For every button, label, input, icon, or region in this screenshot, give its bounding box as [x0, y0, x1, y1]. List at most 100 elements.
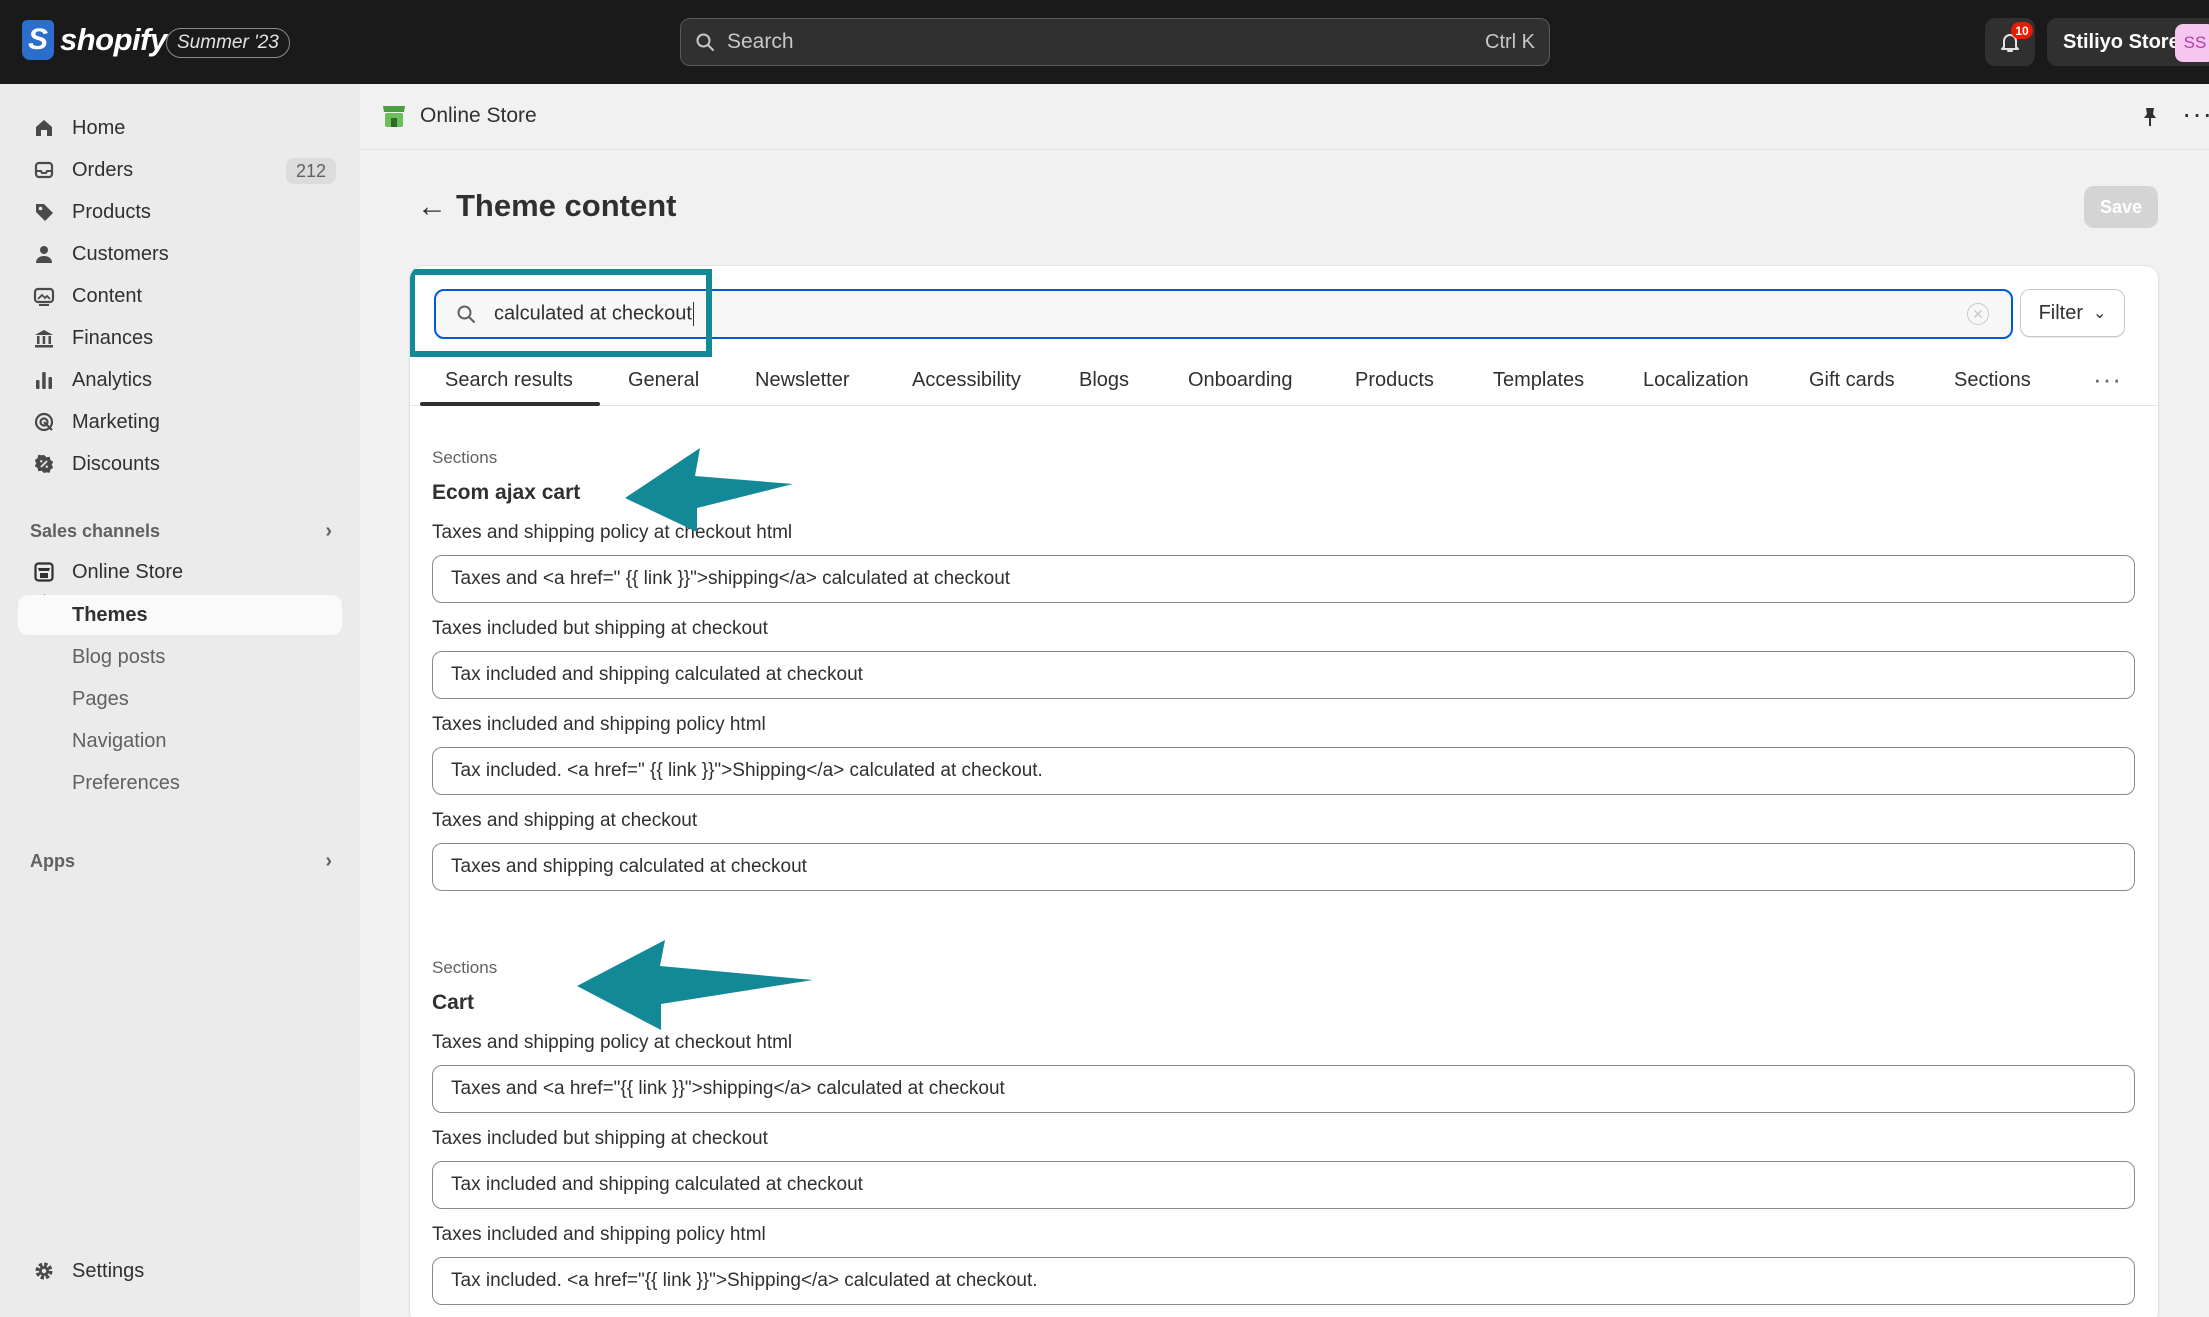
search-shortcut: Ctrl K	[1485, 30, 1535, 53]
sidebar-item-analytics[interactable]: Analytics	[18, 360, 342, 400]
tab-gift-cards[interactable]: Gift cards	[1809, 354, 1895, 406]
sidebar-item-online-store[interactable]: Online Store	[18, 552, 342, 592]
tab-general[interactable]: General	[628, 354, 699, 406]
top-bar: S shopify Summer '23 Search Ctrl K 10 St…	[0, 0, 2209, 84]
filter-button[interactable]: Filter ⌄	[2020, 289, 2125, 337]
sidebar-item-label: Marketing	[72, 410, 160, 433]
sidebar-item-label: Finances	[72, 326, 154, 349]
discount-icon	[32, 452, 56, 476]
sidebar-item-orders[interactable]: Orders 212	[18, 150, 342, 190]
sidebar-item-finances[interactable]: Finances	[18, 318, 342, 358]
gear-icon	[32, 1259, 56, 1283]
notification-count-badge: 10	[2011, 22, 2033, 39]
sidebar-item-label: Online Store	[72, 560, 184, 583]
bar-chart-icon	[32, 368, 56, 392]
sidebar-subitem-preferences[interactable]: Preferences	[18, 763, 342, 803]
global-search-placeholder: Search	[727, 30, 794, 53]
sidebar-item-label: Content	[72, 284, 143, 307]
chevron-right-icon: ›	[325, 519, 332, 542]
tab-templates[interactable]: Templates	[1493, 354, 1584, 406]
shopify-wordmark: shopify	[60, 22, 167, 57]
avatar[interactable]: SS	[2175, 24, 2209, 62]
tab-newsletter[interactable]: Newsletter	[755, 354, 849, 406]
sidebar-item-content[interactable]: Content	[18, 276, 342, 316]
inbox-icon	[32, 158, 56, 182]
tab-products[interactable]: Products	[1355, 354, 1434, 406]
home-icon	[32, 116, 56, 140]
tab-sections[interactable]: Sections	[1954, 354, 2031, 406]
notifications-button[interactable]: 10	[1985, 18, 2035, 66]
tab-search-results[interactable]: Search results	[445, 354, 573, 406]
sidebar-subitem-themes[interactable]: Themes	[18, 595, 342, 635]
annotation-highlight-box	[410, 269, 712, 357]
apps-label: Apps	[30, 850, 75, 871]
tab-accessibility[interactable]: Accessibility	[912, 354, 1021, 406]
sidebar-item-products[interactable]: Products	[18, 192, 342, 232]
filter-label: Filter	[2038, 301, 2084, 324]
save-button[interactable]: Save	[2084, 186, 2158, 228]
text-field[interactable]: Tax included and shipping calculated at …	[432, 651, 2135, 699]
sidebar-item-label: Settings	[72, 1259, 145, 1282]
tab-onboarding[interactable]: Onboarding	[1188, 354, 1293, 406]
sidebar-item-label: Discounts	[72, 452, 160, 475]
annotation-arrow	[577, 940, 813, 1030]
group-title: Cart	[432, 991, 475, 1014]
text-field[interactable]: Taxes and <a href="{{ link }}">shipping<…	[432, 1065, 2135, 1113]
more-actions-icon[interactable]: ···	[2182, 98, 2209, 130]
online-store-icon	[32, 560, 56, 584]
field-label: Taxes included but shipping at checkout	[432, 1128, 768, 1149]
orders-count-badge: 212	[285, 158, 336, 184]
text-field[interactable]: Taxes and shipping calculated at checkou…	[432, 843, 2135, 891]
text-field[interactable]: Tax included and shipping calculated at …	[432, 1161, 2135, 1209]
shopify-bag-icon: S	[22, 20, 54, 60]
text-field[interactable]: Taxes and <a href=" {{ link }}">shipping…	[432, 555, 2135, 603]
pin-icon[interactable]	[2140, 106, 2160, 133]
global-search-bar[interactable]: Search Ctrl K	[680, 18, 1550, 66]
annotation-arrow	[625, 448, 793, 532]
sidebar-item-label: Analytics	[72, 368, 153, 391]
sidebar-item-settings[interactable]: Settings	[18, 1251, 342, 1291]
field-label: Taxes included and shipping policy html	[432, 1224, 766, 1245]
sidebar-item-label: Home	[72, 116, 126, 139]
group-label: Sections	[432, 448, 498, 467]
sidebar-item-label: Products	[72, 200, 151, 223]
sidebar-subitem-pages[interactable]: Pages	[18, 679, 342, 719]
tab-localization[interactable]: Localization	[1643, 354, 1749, 406]
online-store-app-icon	[380, 102, 408, 135]
group-label: Sections	[432, 958, 498, 977]
target-icon	[32, 410, 56, 434]
more-tabs-icon[interactable]: ···	[2093, 364, 2122, 395]
sidebar-item-customers[interactable]: Customers	[18, 234, 342, 274]
store-name: Stiliyo Store	[2063, 30, 2180, 53]
person-icon	[32, 242, 56, 266]
chevron-down-icon: ⌄	[2093, 305, 2107, 322]
text-field[interactable]: Tax included. <a href=" {{ link }}">Ship…	[432, 747, 2135, 795]
chevron-right-icon: ›	[325, 849, 332, 872]
apps-header[interactable]: Apps ›	[30, 844, 342, 878]
app-header: Online Store ···	[360, 84, 2209, 150]
sidebar-item-discounts[interactable]: Discounts	[18, 444, 342, 484]
sidebar-subitem-navigation[interactable]: Navigation	[18, 721, 342, 761]
field-label: Taxes and shipping at checkout	[432, 810, 698, 831]
back-arrow-icon[interactable]: ←	[417, 190, 447, 224]
text-field[interactable]: Tax included. <a href="{{ link }}">Shipp…	[432, 1257, 2135, 1305]
shopify-logo[interactable]: S shopify	[22, 20, 167, 60]
sidebar-subitem-blog-posts[interactable]: Blog posts	[18, 637, 342, 677]
content-icon	[32, 284, 56, 308]
page-title: Theme content	[456, 188, 677, 223]
sidebar-item-marketing[interactable]: Marketing	[18, 402, 342, 442]
sidebar-item-home[interactable]: Home	[18, 108, 342, 148]
sales-channels-header[interactable]: Sales channels ›	[30, 514, 342, 548]
clear-search-icon[interactable]: ✕	[1967, 303, 1989, 325]
app-title: Online Store	[420, 104, 537, 127]
edition-badge[interactable]: Summer '23	[166, 28, 290, 58]
field-label: Taxes included and shipping policy html	[432, 714, 766, 735]
sidebar-item-label: Orders	[72, 158, 134, 181]
field-label: Taxes included but shipping at checkout	[432, 618, 768, 639]
theme-content-card: calculated at checkout ✕ Filter ⌄ Search…	[409, 265, 2159, 1317]
bank-icon	[32, 326, 56, 350]
sidebar-item-label: Customers	[72, 242, 169, 265]
tab-bar: Search results General Newsletter Access…	[410, 354, 2158, 406]
tab-blogs[interactable]: Blogs	[1079, 354, 1129, 406]
group-title: Ecom ajax cart	[432, 481, 581, 504]
